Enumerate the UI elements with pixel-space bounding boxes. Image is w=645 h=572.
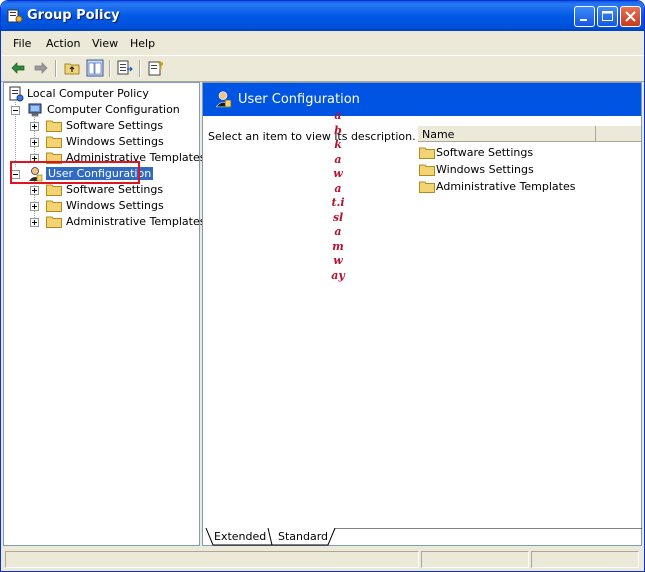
expand-icon[interactable] [30,138,39,147]
tree-label-computer-configuration: Computer Configuration [47,103,180,116]
title-bar[interactable]: Group Policy [1,1,644,31]
status-cell [531,551,639,568]
tree-label: Software Settings [66,119,164,132]
folder-icon [419,164,435,176]
toolbar-separator [55,60,57,77]
close-button[interactable] [620,6,641,27]
column-header-name[interactable]: Name [418,126,596,142]
status-cell [421,551,529,568]
minimize-button[interactable] [574,6,595,27]
status-cell-main [5,551,419,568]
tab-extended[interactable]: Extended [202,528,272,545]
folder-icon [46,200,62,212]
details-pane: User Configuration Select an item to vie… [202,82,642,546]
list-item-label: Windows Settings [436,163,534,176]
folder-icon [419,147,435,159]
details-header: User Configuration [203,83,641,116]
watermark-text: abkawat.islamway [331,109,345,282]
toolbar: ? [1,56,644,82]
maximize-icon [602,11,613,21]
view-tabs: Extended Standard [202,528,642,546]
collapse-icon[interactable] [11,106,20,115]
details-header-title: User Configuration [238,92,360,107]
expand-icon[interactable] [30,202,39,211]
status-bar [3,548,642,570]
forward-arrow-icon[interactable] [32,59,50,77]
svg-text:?: ? [158,61,164,72]
help-icon[interactable]: ? [147,59,165,77]
back-arrow-icon[interactable] [9,59,27,77]
tree-label: Administrative Templates [66,215,206,228]
folder-icon [419,181,435,193]
tree-line [34,114,36,154]
folder-icon [46,184,62,196]
toolbar-separator [109,60,111,77]
menu-action[interactable]: Action [46,37,80,50]
window-title: Group Policy [27,8,120,23]
folder-icon [46,120,62,132]
list-item-label: Software Settings [436,146,534,159]
menu-bar: File Action View Help [1,32,644,56]
expand-icon[interactable] [30,122,39,131]
menu-view[interactable]: View [92,37,118,50]
folder-icon [46,216,62,228]
tab-standard[interactable]: Standard [268,528,334,545]
console-tree[interactable]: Local Computer Policy Computer Configura… [3,82,206,546]
tree-line [34,178,36,218]
close-icon [625,11,636,22]
group-policy-window: Group Policy File Action View Help ? Loc… [0,0,645,572]
expand-icon[interactable] [30,218,39,227]
column-header-label: Name [422,128,455,141]
column-header-empty[interactable] [596,126,641,142]
tree-label: Software Settings [66,183,164,196]
maximize-button[interactable] [597,6,618,27]
description-text: Select an item to view its description. [208,130,416,143]
user-icon [215,91,232,108]
menu-file[interactable]: File [13,37,31,50]
group-policy-icon [7,9,23,23]
tree-label: Windows Settings [66,199,164,212]
tree-label: Windows Settings [66,135,164,148]
tab-standard-label: Standard [278,530,329,543]
toolbar-separator [139,60,141,77]
computer-icon [28,103,42,117]
up-folder-icon[interactable] [63,59,81,77]
minimize-icon [580,19,587,21]
export-list-icon[interactable] [116,59,134,77]
expand-icon[interactable] [30,186,39,195]
folder-icon [46,136,62,148]
show-hide-tree-icon[interactable] [86,59,104,77]
tree-label-root: Local Computer Policy [27,87,149,100]
menu-help[interactable]: Help [130,37,155,50]
list-item-label: Administrative Templates [436,180,576,193]
annotation-highlight-box [10,161,140,184]
policy-document-icon [9,86,24,102]
tab-extended-label: Extended [214,530,267,543]
